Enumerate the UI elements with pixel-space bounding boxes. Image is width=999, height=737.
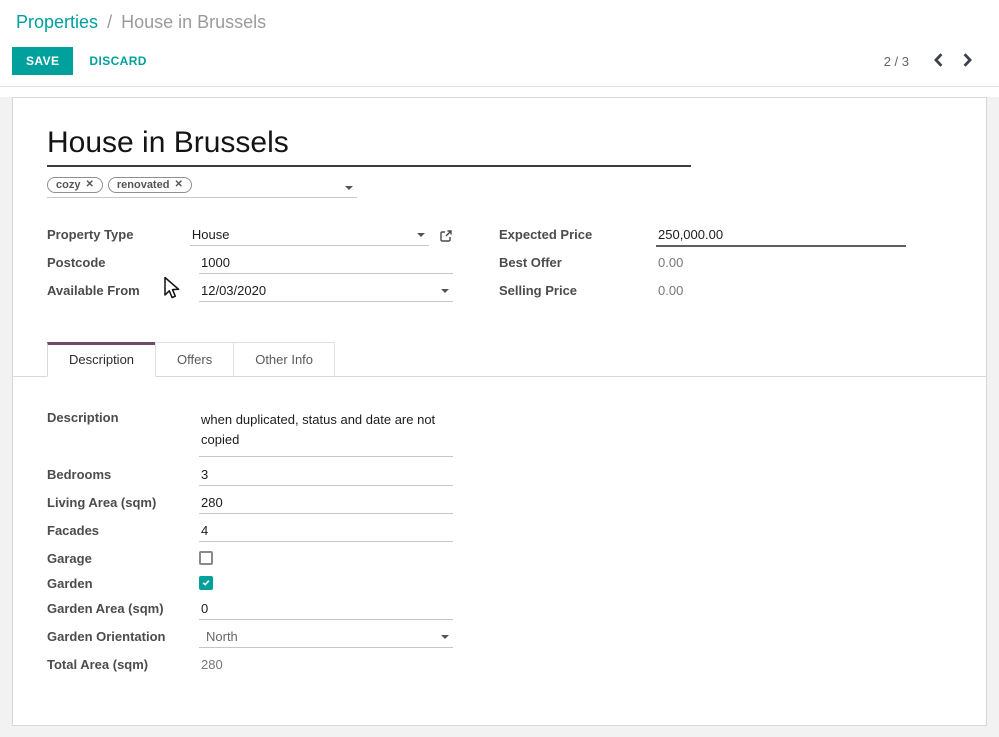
field-column-left: Property Type House Postcode 1000 [47,223,453,307]
remove-tag-icon[interactable]: ✕ [85,179,93,190]
field-row-best-offer: Best Offer 0.00 [499,251,906,279]
field-row-available-from: Available From 12/03/2020 [47,279,453,307]
tab-content-description: Description when duplicated, status and … [13,377,986,681]
pager: 2 / 3 [884,51,975,72]
available-from-value: 12/03/2020 [201,283,266,298]
field-row-bedrooms: Bedrooms 3 [47,463,453,491]
selling-price-label: Selling Price [499,279,656,298]
property-type-value: House [192,227,230,242]
breadcrumb-separator: / [103,12,116,32]
description-textarea[interactable]: when duplicated, status and date are not… [199,406,453,457]
tag-cozy[interactable]: cozy ✕ [47,177,103,193]
control-panel: Properties / House in Brussels SAVE DISC… [0,0,999,87]
garden-orientation-label: Garden Orientation [47,625,199,644]
tag-label: cozy [56,179,80,191]
available-from-label: Available From [47,279,199,298]
bedrooms-label: Bedrooms [47,463,199,482]
garden-orientation-select[interactable]: North [199,625,453,648]
postcode-value: 1000 [201,255,230,270]
postcode-input[interactable]: 1000 [199,251,453,274]
property-type-label: Property Type [47,223,190,242]
chevron-down-icon[interactable] [417,233,425,237]
breadcrumb: Properties / House in Brussels [16,12,975,33]
facades-label: Facades [47,519,199,538]
field-row-description: Description when duplicated, status and … [47,406,453,457]
chevron-left-icon [933,53,944,70]
field-row-facades: Facades 4 [47,519,453,547]
living-area-input[interactable]: 280 [199,491,453,514]
chevron-down-icon[interactable] [345,186,353,190]
tag-label: renovated [117,179,170,191]
notebook-tabs: Description Offers Other Info [13,342,986,377]
tab-other-info[interactable]: Other Info [233,342,335,376]
garden-area-input[interactable]: 0 [199,597,453,620]
breadcrumb-current: House in Brussels [121,12,266,32]
field-row-garden-area: Garden Area (sqm) 0 [47,597,453,625]
field-row-selling-price: Selling Price 0.00 [499,279,906,307]
expected-price-value: 250,000.00 [658,227,723,242]
breadcrumb-parent-link[interactable]: Properties [16,12,98,32]
selling-price-value: 0.00 [656,279,906,301]
expected-price-label: Expected Price [499,223,656,242]
property-type-select[interactable]: House [190,223,429,246]
bedrooms-input[interactable]: 3 [199,463,453,486]
tags-input[interactable]: cozy ✕ renovated ✕ [47,177,357,198]
tab-description[interactable]: Description [47,342,156,377]
description-label: Description [47,406,199,425]
garden-label: Garden [47,572,199,591]
chevron-down-icon[interactable] [441,289,449,293]
form-sheet: House in Brussels cozy ✕ renovated ✕ Pro… [12,97,987,726]
save-button[interactable]: SAVE [12,47,73,75]
garden-checkbox[interactable] [199,576,213,590]
checkmark-icon [201,577,211,588]
field-row-garden-orientation: Garden Orientation North [47,625,453,653]
postcode-label: Postcode [47,251,199,270]
record-title-input[interactable]: House in Brussels [47,124,691,162]
open-record-icon[interactable] [439,229,453,248]
tab-offers[interactable]: Offers [155,342,234,376]
expected-price-input[interactable]: 250,000.00 [656,223,906,247]
pager-previous-button[interactable] [931,51,946,72]
chevron-right-icon [962,53,973,70]
title-input-underline: House in Brussels [47,124,691,167]
field-column-right: Expected Price 250,000.00 Best Offer 0.0… [499,223,906,307]
garage-checkbox[interactable] [199,551,213,565]
discard-button[interactable]: DISCARD [89,54,146,68]
field-row-garden: Garden [47,572,453,597]
field-row-total-area: Total Area (sqm) 280 [47,653,453,681]
field-row-postcode: Postcode 1000 [47,251,453,279]
field-group: Property Type House Postcode 1000 [47,223,906,307]
chevron-down-icon[interactable] [441,635,449,639]
total-area-label: Total Area (sqm) [47,653,199,672]
best-offer-label: Best Offer [499,251,656,270]
living-area-label: Living Area (sqm) [47,491,199,510]
total-area-value: 280 [199,653,453,675]
toolbar: SAVE DISCARD 2 / 3 [12,47,975,75]
garden-area-label: Garden Area (sqm) [47,597,199,616]
pager-count: 2 / 3 [884,54,909,69]
pager-next-button[interactable] [960,51,975,72]
field-row-garage: Garage [47,547,453,572]
facades-input[interactable]: 4 [199,519,453,542]
field-row-living-area: Living Area (sqm) 280 [47,491,453,519]
remove-tag-icon[interactable]: ✕ [174,179,182,190]
description-value: when duplicated, status and date are not… [201,410,443,453]
garage-label: Garage [47,547,199,566]
tag-renovated[interactable]: renovated ✕ [108,177,192,193]
form-view-background: House in Brussels cozy ✕ renovated ✕ Pro… [0,97,999,737]
field-row-property-type: Property Type House [47,223,453,251]
best-offer-value: 0.00 [656,251,906,273]
field-row-expected-price: Expected Price 250,000.00 [499,223,906,251]
available-from-datepicker[interactable]: 12/03/2020 [199,279,453,302]
